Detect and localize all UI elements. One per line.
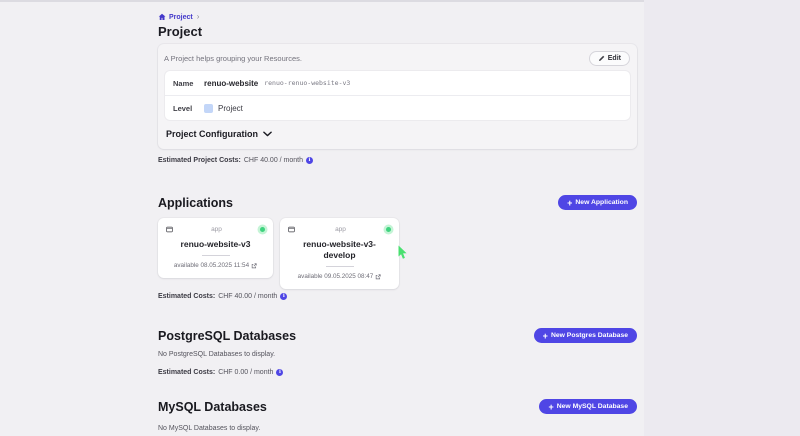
- applications-costs: Estimated Costs: CHF 40.00 / month i: [158, 293, 287, 300]
- applications-header: Applications + New Application: [158, 195, 637, 210]
- application-type-label: app: [335, 226, 346, 233]
- application-card-top: app: [166, 225, 265, 233]
- breadcrumb: Project ›: [158, 13, 199, 21]
- chevron-right-icon: ›: [197, 13, 200, 21]
- postgresql-costs-label: Estimated Costs:: [158, 369, 215, 376]
- postgresql-costs: Estimated Costs: CHF 0.00 / month i: [158, 369, 283, 376]
- breadcrumb-project-link[interactable]: Project: [158, 13, 193, 21]
- divider: [326, 266, 354, 267]
- home-icon: [158, 13, 166, 21]
- project-configuration-toggle[interactable]: Project Configuration: [158, 120, 637, 149]
- status-online-icon: [260, 227, 265, 232]
- page-title: Project: [158, 24, 202, 39]
- applications-costs-value: CHF 40.00 / month: [218, 293, 277, 300]
- level-value: Project: [218, 104, 243, 113]
- application-type-label: app: [211, 226, 222, 233]
- project-costs-value: CHF 40.00 / month: [244, 157, 303, 164]
- project-configuration-label: Project Configuration: [166, 129, 258, 139]
- application-availability-link[interactable]: available 08.05.2025 11:54: [166, 262, 265, 269]
- name-label: Name: [173, 79, 204, 88]
- new-application-label: New Application: [575, 199, 628, 206]
- window-icon: [288, 226, 295, 233]
- name-slug: renuo-renuo-website-v3: [264, 79, 350, 87]
- new-postgres-database-label: New Postgres Database: [551, 332, 628, 339]
- right-background-panel: [644, 0, 800, 436]
- new-mysql-database-button[interactable]: + New MySQL Database: [539, 399, 637, 414]
- info-icon[interactable]: i: [306, 157, 313, 164]
- external-link-icon: [251, 263, 257, 269]
- pencil-icon: [598, 55, 605, 62]
- new-postgres-database-button[interactable]: + New Postgres Database: [534, 328, 637, 343]
- application-card[interactable]: app renuo-website-v3-develop available 0…: [280, 218, 399, 289]
- applications-title: Applications: [158, 196, 233, 210]
- level-badge-icon: [204, 104, 213, 113]
- level-label: Level: [173, 104, 204, 113]
- new-application-button[interactable]: + New Application: [558, 195, 637, 210]
- mouse-cursor: [398, 245, 407, 265]
- applications-costs-label: Estimated Costs:: [158, 293, 215, 300]
- external-link-icon: [375, 274, 381, 280]
- project-costs-label: Estimated Project Costs:: [158, 157, 241, 164]
- mysql-empty-message: No MySQL Databases to display.: [158, 425, 260, 432]
- plus-icon: +: [567, 201, 572, 205]
- mysql-header: MySQL Databases + New MySQL Database: [158, 399, 637, 414]
- mysql-title: MySQL Databases: [158, 400, 267, 414]
- project-costs: Estimated Project Costs: CHF 40.00 / mon…: [158, 157, 313, 164]
- application-card-list: app renuo-website-v3 available 08.05.202…: [158, 218, 399, 289]
- table-row-name: Name renuo-website renuo-renuo-website-v…: [165, 71, 630, 95]
- application-name: renuo-website-v3-develop: [288, 239, 391, 261]
- application-name: renuo-website-v3: [166, 239, 265, 250]
- edit-button[interactable]: Edit: [589, 51, 630, 66]
- project-description: A Project helps grouping your Resources.: [164, 54, 302, 63]
- info-icon[interactable]: i: [276, 369, 283, 376]
- plus-icon: +: [543, 334, 548, 338]
- application-card-top: app: [288, 225, 391, 233]
- project-card: A Project helps grouping your Resources.…: [158, 44, 637, 149]
- postgresql-title: PostgreSQL Databases: [158, 329, 296, 343]
- plus-icon: +: [548, 405, 553, 409]
- project-attributes-table: Name renuo-website renuo-renuo-website-v…: [165, 71, 630, 120]
- table-row-level: Level Project: [165, 95, 630, 120]
- postgresql-costs-value: CHF 0.00 / month: [218, 369, 273, 376]
- window-icon: [166, 226, 173, 233]
- divider: [202, 255, 230, 256]
- project-card-header: A Project helps grouping your Resources.…: [158, 44, 637, 71]
- application-card[interactable]: app renuo-website-v3 available 08.05.202…: [158, 218, 273, 278]
- new-mysql-database-label: New MySQL Database: [557, 403, 628, 410]
- breadcrumb-project-label: Project: [169, 14, 193, 21]
- info-icon[interactable]: i: [280, 293, 287, 300]
- application-availability: available 09.05.2025 08:47: [298, 273, 374, 280]
- postgresql-header: PostgreSQL Databases + New Postgres Data…: [158, 328, 637, 343]
- status-online-icon: [386, 227, 391, 232]
- application-availability-link[interactable]: available 09.05.2025 08:47: [288, 273, 391, 280]
- edit-button-label: Edit: [608, 55, 621, 62]
- postgresql-empty-message: No PostgreSQL Databases to display.: [158, 351, 275, 358]
- name-value: renuo-website: [204, 79, 258, 88]
- application-availability: available 08.05.2025 11:54: [174, 262, 249, 269]
- chevron-down-icon: [263, 131, 272, 137]
